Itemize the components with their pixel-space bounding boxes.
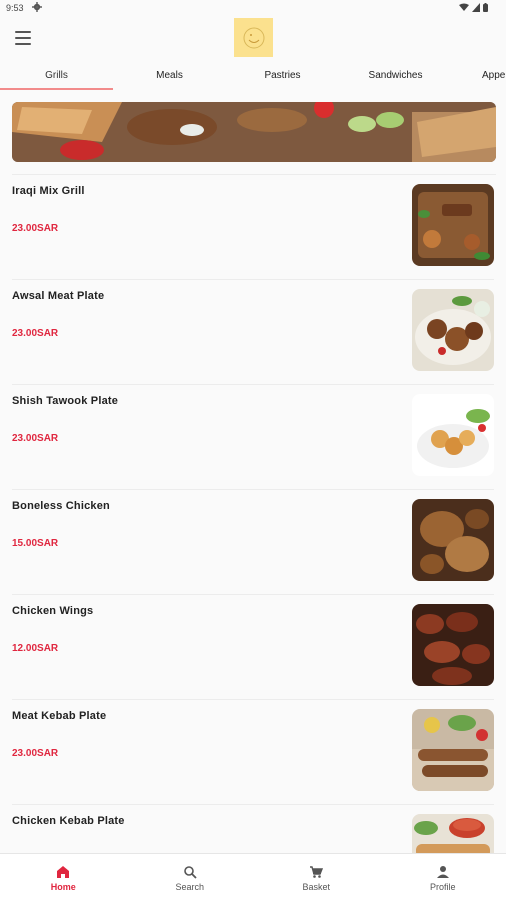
item-name: Chicken Kebab Plate [12,815,125,827]
menu-item-awsal-meat-plate[interactable]: Awsal Meat Plate 23.00SAR [12,280,494,385]
item-name: Boneless Chicken [12,500,110,512]
item-price: 15.00SAR [12,538,59,549]
profile-icon [436,865,449,878]
hamburger-menu-icon[interactable] [15,31,31,45]
status-time: 9:53 [6,3,24,13]
nav-label: Profile [429,881,456,892]
item-price: 23.00SAR [12,223,59,234]
item-image [412,394,494,476]
category-tabs: Grills Meals Pastries Sandwiches Appe [0,60,506,90]
menu-item-boneless-chicken[interactable]: Boneless Chicken 15.00SAR [12,490,494,595]
promo-banner[interactable] [12,102,496,162]
tab-grills[interactable]: Grills [0,60,113,90]
nav-search[interactable]: Search [127,854,254,900]
item-price: 12.00SAR [12,643,59,654]
home-icon [57,865,70,878]
item-price: 23.00SAR [12,328,59,339]
menu-item-chicken-wings[interactable]: Chicken Wings 12.00SAR [12,595,494,700]
restaurant-logo [234,18,273,57]
item-image [412,499,494,581]
item-image [412,289,494,371]
item-price: 23.00SAR [12,748,59,759]
battery-icon [483,3,488,12]
signal-icon [472,3,480,12]
app-screen: { "status_bar": { "time": "9:53", "gear_… [0,0,506,900]
wifi-icon [459,3,469,11]
gear-icon [32,2,42,12]
tab-pastries[interactable]: Pastries [226,60,339,90]
menu-item-shish-tawook-plate[interactable]: Shish Tawook Plate 23.00SAR [12,385,494,490]
item-name: Meat Kebab Plate [12,710,107,722]
bottom-nav: Home Search Basket Profile [0,853,506,900]
nav-profile[interactable]: Profile [380,854,506,900]
tab-appetizers[interactable]: Appe [452,60,506,90]
menu-item-meat-kebab-plate[interactable]: Meat Kebab Plate 23.00SAR [12,700,494,805]
item-price: 23.00SAR [12,433,59,444]
app-bar [0,16,506,60]
nav-label: Search [175,881,205,892]
item-name: Iraqi Mix Grill [12,185,85,197]
menu-list: Iraqi Mix Grill 23.00SAR Awsal Meat Plat… [0,175,506,900]
status-icons [459,3,488,12]
item-name: Awsal Meat Plate [12,290,105,302]
item-name: Shish Tawook Plate [12,395,119,407]
status-bar: 9:53 [0,0,506,16]
cart-icon [310,865,324,878]
nav-home[interactable]: Home [0,854,127,900]
menu-item-iraqi-mix-grill[interactable]: Iraqi Mix Grill 23.00SAR [12,175,494,280]
nav-label: Basket [302,881,330,892]
item-image [412,604,494,686]
nav-label: Home [50,881,76,892]
tab-sandwiches[interactable]: Sandwiches [339,60,452,90]
item-image [412,184,494,266]
item-name: Chicken Wings [12,605,94,617]
nav-basket[interactable]: Basket [253,854,380,900]
item-image [412,709,494,791]
tab-meals[interactable]: Meals [113,60,226,90]
search-icon [183,865,197,879]
